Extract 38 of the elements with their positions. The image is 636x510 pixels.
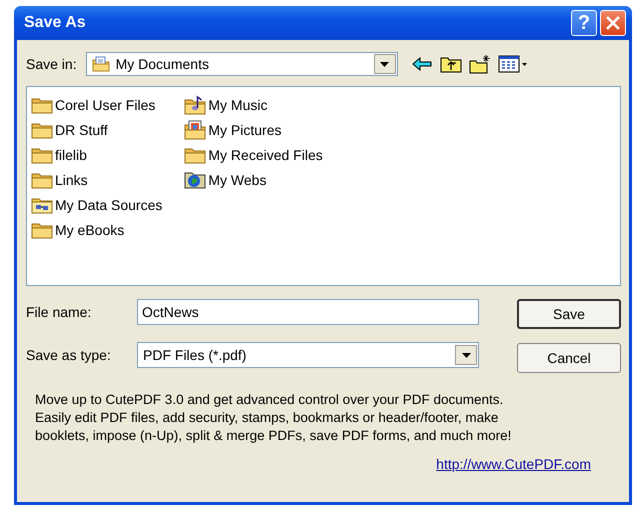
cancel-button[interactable]: Cancel [517,343,621,373]
new-folder-icon[interactable] [468,54,491,74]
folder-icon [31,146,53,164]
up-folder-icon[interactable] [440,55,462,73]
promo-message: Move up to CutePDF 3.0 and get advanced control over your PDF documents. Easily edit PDF files, add security, stamps, bookmarks or header/footer, make booklets, impose (n-Up), split & merge PDFs, save PDF forms, and much more! [35,391,512,445]
folder-item[interactable]: DR Stuff [31,117,162,142]
back-arrow-icon[interactable] [410,56,433,72]
music-folder-icon [184,94,206,114]
folder-icon [31,170,53,188]
folder-icon [31,96,53,114]
folder-icon [184,146,206,164]
folder-item[interactable]: filelib [31,142,162,167]
folder-item[interactable]: My Pictures [184,117,323,142]
folder-item[interactable]: Corel User Files [31,92,162,117]
file-type-dropdown[interactable]: PDF Files (*.pdf) [137,342,479,368]
documents-folder-icon [92,56,110,72]
data-folder-icon [31,196,53,214]
save-as-type-label: Save as type: [26,347,112,363]
website-link[interactable]: http://www.CutePDF.com [436,456,591,472]
folder-item[interactable]: My Data Sources [31,192,162,217]
file-name-label: File name: [26,304,92,320]
folder-icon [31,120,53,138]
file-name-field[interactable]: OctNews [137,299,479,325]
web-folder-icon [184,170,206,190]
save-in-label: Save in: [26,56,77,72]
close-button[interactable] [600,10,626,36]
folder-item[interactable]: My Webs [184,167,323,192]
save-in-dropdown[interactable]: My Documents [86,52,398,76]
folder-item[interactable]: My Music [184,92,323,117]
window-title: Save As [24,14,86,32]
folder-icon [31,220,53,238]
folder-item[interactable]: My eBooks [31,217,162,242]
pictures-folder-icon [184,120,206,140]
close-icon [605,15,621,31]
folder-item[interactable]: My Received Files [184,142,323,167]
save-button[interactable]: Save [517,299,621,329]
folder-item[interactable]: Links [31,167,162,192]
view-menu-icon[interactable] [498,55,528,73]
